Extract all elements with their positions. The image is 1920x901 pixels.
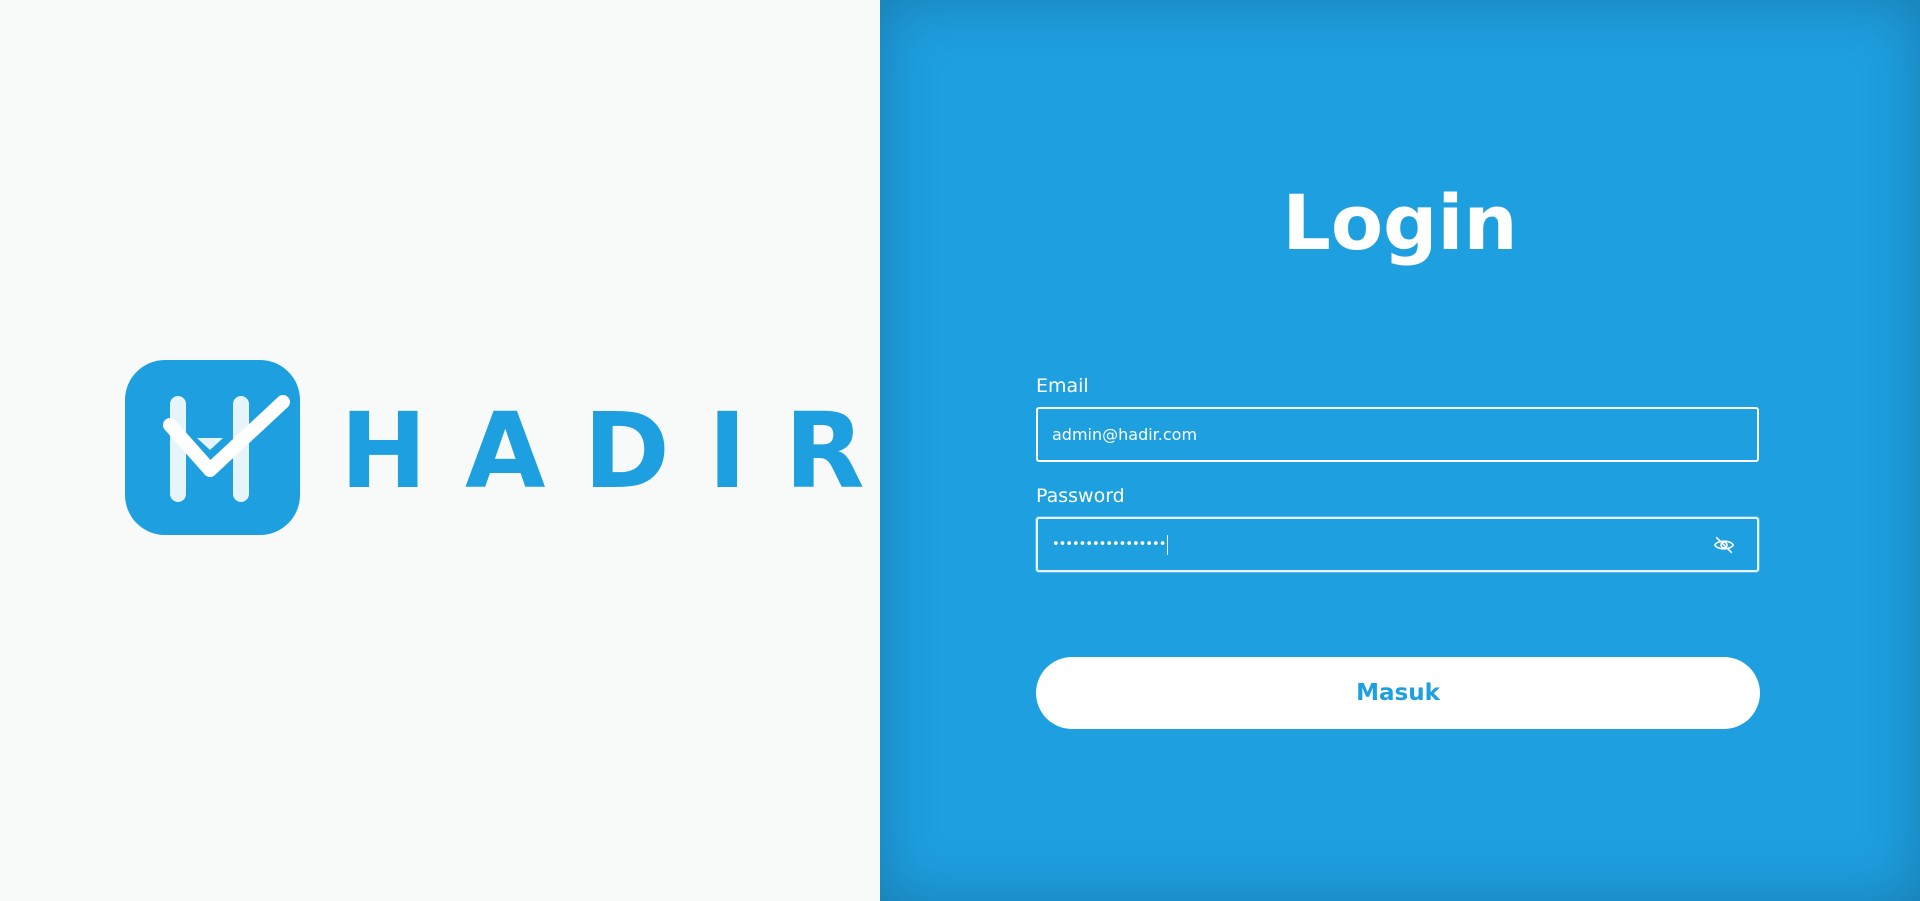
eye-off-icon bbox=[1714, 536, 1734, 553]
page-title: Login bbox=[1282, 178, 1518, 267]
email-field-container bbox=[1036, 407, 1759, 462]
login-submit-button[interactable]: Masuk bbox=[1036, 657, 1760, 729]
brand-wordmark: HADIR bbox=[340, 389, 903, 512]
password-field[interactable]: ••••••••••••••••• bbox=[1036, 517, 1759, 572]
login-page: HADIR Login Email Password •••••••••••••… bbox=[0, 0, 1920, 901]
text-caret bbox=[1167, 534, 1169, 555]
brand-logo: HADIR bbox=[125, 360, 903, 535]
hadir-logo-icon bbox=[125, 360, 300, 535]
password-visibility-toggle[interactable] bbox=[1711, 532, 1737, 558]
password-label: Password bbox=[1036, 485, 1125, 507]
password-field-value[interactable]: ••••••••••••••••• bbox=[1038, 534, 1711, 555]
brand-panel: HADIR bbox=[0, 0, 880, 901]
email-field[interactable] bbox=[1038, 409, 1757, 460]
login-panel: Login Email Password ••••••••••••••••• M… bbox=[880, 0, 1920, 901]
email-label: Email bbox=[1036, 375, 1089, 397]
password-masked-text: ••••••••••••••••• bbox=[1052, 537, 1166, 552]
